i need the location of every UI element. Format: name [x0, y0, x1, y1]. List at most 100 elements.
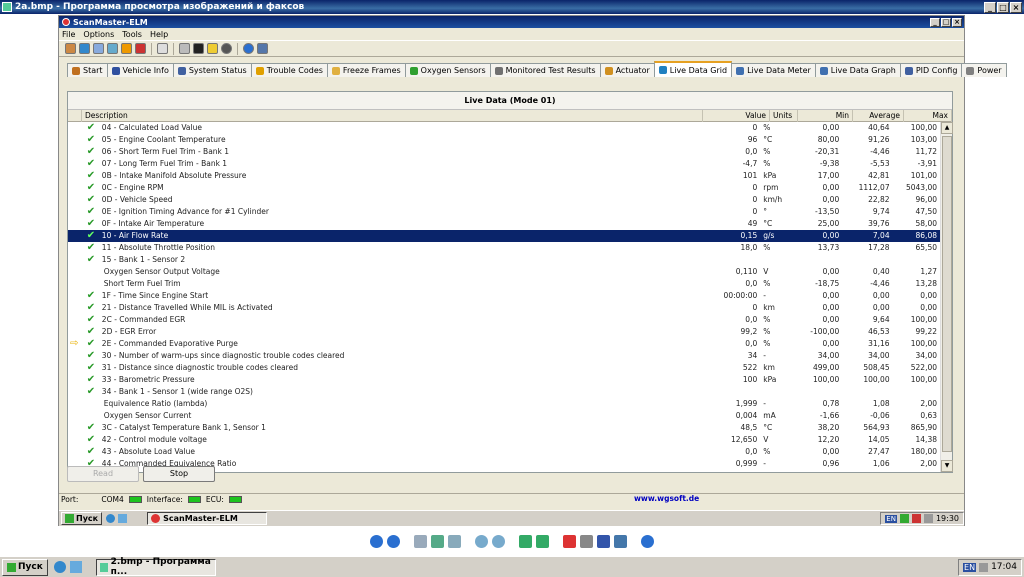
table-row[interactable]: ✔ 07 - Long Term Fuel Trim - Bank 1 -4,7% -…: [68, 158, 940, 170]
menu-help[interactable]: Help: [150, 30, 168, 39]
start-button[interactable]: Пуск: [2, 558, 48, 576]
rotate-ccw-icon[interactable]: [536, 534, 549, 548]
checkmark-icon[interactable]: ✔: [87, 327, 97, 337]
read-button[interactable]: Read: [67, 466, 139, 482]
clipboard-icon[interactable]: [157, 43, 168, 54]
table-row[interactable]: ✔ 34 - Bank 1 - Sensor 1 (wide range O2S): [68, 386, 940, 398]
slideshow-icon[interactable]: [448, 534, 461, 548]
monitor-icon[interactable]: [179, 43, 190, 54]
table-row[interactable]: ✔ 15 - Bank 1 - Sensor 2: [68, 254, 940, 266]
connect-icon[interactable]: [65, 43, 76, 54]
edit-icon[interactable]: [614, 534, 627, 548]
rotate-cw-icon[interactable]: [519, 534, 532, 548]
globe-icon[interactable]: [79, 43, 90, 54]
os-task-viewer[interactable]: 2.bmp - Программа п...: [95, 557, 216, 577]
col-average[interactable]: Average: [853, 110, 904, 122]
desktop-icon[interactable]: [118, 514, 128, 523]
checkmark-icon[interactable]: ✔: [87, 291, 97, 301]
os-desktop-icon[interactable]: [69, 561, 82, 573]
checkmark-icon[interactable]: ✔: [87, 135, 97, 145]
menu-tools[interactable]: Tools: [122, 30, 142, 39]
table-row[interactable]: ✔ 3C - Catalyst Temperature Bank 1, Senso…: [68, 422, 940, 434]
grid-icon[interactable]: [93, 43, 104, 54]
tab-system-status[interactable]: System Status: [172, 63, 252, 77]
os-lang-indicator[interactable]: EN: [963, 562, 977, 572]
menu-options[interactable]: Options: [83, 30, 114, 39]
tab-trouble-codes[interactable]: Trouble Codes: [250, 63, 328, 77]
save-icon[interactable]: [597, 534, 610, 548]
volume-icon[interactable]: [923, 514, 933, 523]
checkmark-icon[interactable]: ✔: [87, 447, 97, 457]
tab-oxygen-sensors[interactable]: Oxygen Sensors: [404, 63, 491, 77]
checkmark-icon[interactable]: ✔: [87, 183, 97, 193]
tab-live-data-graph[interactable]: Live Data Graph: [814, 63, 901, 77]
display-icon[interactable]: [193, 43, 204, 54]
tab-live-data-grid[interactable]: Live Data Grid: [653, 61, 733, 77]
table-row[interactable]: Oxygen Sensor Current 0,004 mA -1,66 -0,06 0,…: [68, 410, 940, 422]
close-button[interactable]: ×: [1010, 1, 1022, 13]
checkmark-icon[interactable]: ✔: [87, 207, 97, 217]
checkmark-icon[interactable]: ✔: [87, 423, 97, 433]
menu-file[interactable]: File: [62, 30, 75, 39]
vertical-scrollbar[interactable]: ▲ ▼: [940, 122, 953, 472]
checkmark-icon[interactable]: ✔: [87, 243, 97, 253]
col-description[interactable]: Description: [82, 110, 703, 122]
table-row[interactable]: ✔ 1F - Time Since Engine Start 00:00:00- 0,…: [68, 290, 940, 302]
checkmark-icon[interactable]: ✔: [87, 339, 97, 349]
settings-icon[interactable]: [135, 43, 146, 54]
minimize-button[interactable]: _: [984, 1, 996, 13]
previous-image-icon[interactable]: [370, 534, 383, 548]
tab-monitored-test-results[interactable]: Monitored Test Results: [489, 63, 601, 77]
tab-pid-config[interactable]: PID Config: [899, 63, 963, 77]
inner-start-button[interactable]: Пуск: [61, 512, 103, 525]
table-row[interactable]: ✔ 06 - Short Term Fuel Trim - Bank 1 0,0% -…: [68, 146, 940, 158]
maximize-button[interactable]: □: [997, 1, 1009, 13]
table-row[interactable]: ✔ 42 - Control module voltage 12,650 V 12,20…: [68, 434, 940, 446]
app-minimize-button[interactable]: _: [930, 17, 940, 27]
app-close-button[interactable]: ×: [952, 17, 962, 27]
checkmark-icon[interactable]: ✔: [87, 255, 97, 265]
table-row[interactable]: ✔ 0F - Intake Air Temperature 49 °C 25,00 39,…: [68, 218, 940, 230]
stop-button[interactable]: Stop: [143, 466, 215, 482]
checkmark-icon[interactable]: ✔: [87, 363, 97, 373]
tab-freeze-frames[interactable]: Freeze Frames: [326, 63, 406, 77]
os-ie-icon[interactable]: [53, 561, 66, 573]
help-icon[interactable]: [641, 534, 654, 548]
table-row[interactable]: ✔ 43 - Absolute Load Value 0,0% 0,00 27,47 18…: [68, 446, 940, 458]
checkmark-icon[interactable]: ✔: [87, 195, 97, 205]
scroll-thumb[interactable]: [942, 136, 952, 452]
checkmark-icon[interactable]: ✔: [87, 387, 97, 397]
table-row[interactable]: ✔ 0B - Intake Manifold Absolute Pressure 1…: [68, 170, 940, 182]
checkmark-icon[interactable]: ✔: [87, 315, 97, 325]
table-icon[interactable]: [107, 43, 118, 54]
actual-size-icon[interactable]: [431, 534, 444, 548]
tab-power[interactable]: Power: [961, 63, 1007, 77]
checkmark-icon[interactable]: ✔: [87, 159, 97, 169]
table-row[interactable]: Equivalence Ratio (lambda) 1,999- 0,78 1,08…: [68, 398, 940, 410]
network-icon[interactable]: [899, 514, 909, 523]
scroll-up-icon[interactable]: ▲: [941, 122, 953, 134]
checkmark-icon[interactable]: ✔: [87, 231, 97, 241]
zoom-out-icon[interactable]: [492, 534, 505, 548]
checkmark-icon[interactable]: ✔: [87, 351, 97, 361]
best-fit-icon[interactable]: [414, 534, 427, 548]
os-volume-icon[interactable]: [979, 562, 989, 572]
table-row[interactable]: ✔ 0D - Vehicle Speed 0 km/h 0,00 22,82 96,00: [68, 194, 940, 206]
checkmark-icon[interactable]: ✔: [87, 435, 97, 445]
col-value[interactable]: Value: [703, 110, 770, 122]
app-maximize-button[interactable]: □: [941, 17, 951, 27]
info-icon[interactable]: [243, 43, 254, 54]
col-max[interactable]: Max: [904, 110, 952, 122]
tab-start[interactable]: Start: [67, 63, 108, 77]
ie-icon[interactable]: [106, 514, 116, 523]
security-icon[interactable]: [911, 514, 921, 523]
col-units[interactable]: Units: [770, 110, 798, 122]
lang-indicator[interactable]: EN: [885, 514, 897, 523]
tab-live-data-meter[interactable]: Live Data Meter: [731, 63, 816, 77]
table-row[interactable]: Short Term Fuel Trim 0,0% -18,75 -4,46 13,28: [68, 278, 940, 290]
checkmark-icon[interactable]: ✔: [87, 123, 97, 133]
checkmark-icon[interactable]: ✔: [87, 303, 97, 313]
table-row[interactable]: ✔ 2C - Commanded EGR 0,0% 0,00 9,64 100,00: [68, 314, 940, 326]
record-icon[interactable]: [221, 43, 232, 54]
table-row[interactable]: ✔ 2D - EGR Error 99,2% -100,00 46,53 99,22: [68, 326, 940, 338]
